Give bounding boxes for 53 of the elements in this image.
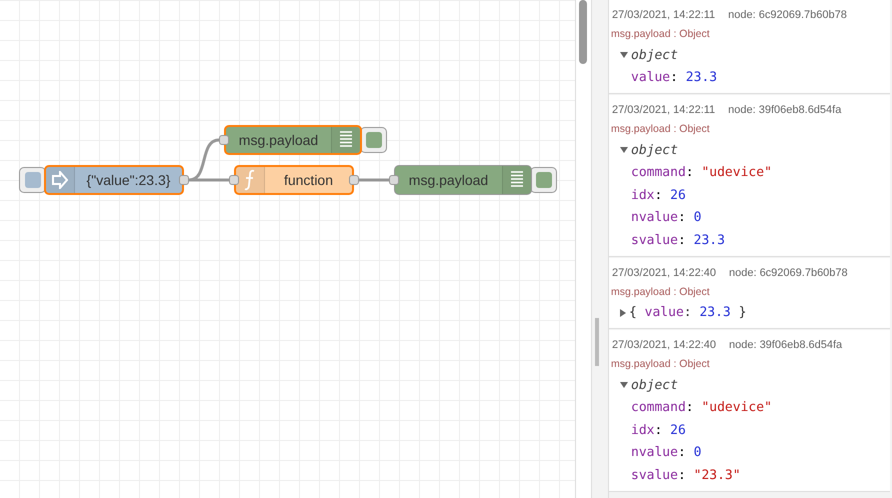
caret-icon[interactable] (620, 147, 628, 154)
property-line: command: "udevice" (631, 165, 772, 180)
resize-handle[interactable] (595, 318, 599, 366)
message-time: 27/03/2021, 14:22:11 (612, 104, 716, 116)
debug-toggle-button[interactable] (530, 167, 557, 193)
input-port[interactable] (219, 135, 229, 145)
caret-icon[interactable] (620, 52, 628, 58)
flow-canvas[interactable]: {"value":23.3} msg.payload function msg.payload (0, 0, 575, 498)
property-line: idx: 26 (631, 422, 686, 438)
property-line: svalue: "23.3" (631, 468, 741, 483)
property-line: svalue: 23.3 (631, 232, 725, 248)
message-time: 27/03/2021, 14:22:40 (612, 266, 716, 278)
message-topic: msg.payload : Object (611, 357, 711, 372)
inject-button[interactable] (19, 167, 46, 193)
node-label: msg.payload (408, 172, 490, 188)
caret-icon[interactable] (620, 308, 626, 317)
object-type: object (631, 48, 678, 63)
flow-node[interactable]: function (234, 165, 354, 195)
message-topic: msg.payload : Object (611, 27, 711, 42)
message-node-link[interactable]: node: 6c92069.7b60b78 (728, 266, 848, 278)
property-line: command: "udevice" (631, 400, 772, 416)
message-node-link[interactable]: node: 6c92069.7b60b78 (728, 9, 847, 21)
message-time: 27/03/2021, 14:22:40 (612, 339, 716, 351)
node-label: function (282, 172, 334, 188)
flow-node[interactable]: msg.payload (394, 165, 532, 195)
message-topic: msg.payload : Object (611, 122, 711, 137)
flow-node[interactable]: {"value":23.3} (44, 165, 184, 195)
output-port[interactable] (349, 175, 359, 185)
list-icon (340, 131, 352, 149)
scrollbar-thumb[interactable] (579, 0, 587, 64)
property-line: nvalue: 0 (631, 210, 702, 226)
input-port[interactable] (229, 175, 239, 185)
message-topic: msg.payload : Object (611, 284, 711, 300)
property-line: value: 23.3 (631, 70, 718, 86)
property-line: idx: 26 (631, 188, 686, 203)
debug-toggle-button[interactable] (360, 127, 387, 153)
list-icon (511, 171, 523, 189)
message-node-link[interactable]: node: 39f06eb8.6d54fa (728, 339, 842, 351)
message-time: 27/03/2021, 14:22:11 (612, 9, 716, 21)
object-summary: { value: 23.3 } (629, 305, 746, 320)
flow-node[interactable]: msg.payload (224, 125, 362, 155)
property-line: nvalue: 0 (631, 445, 702, 460)
message-node-link[interactable]: node: 39f06eb8.6d54fa (728, 104, 842, 116)
output-port[interactable] (179, 175, 189, 185)
node-label: msg.payload (238, 132, 320, 148)
input-port[interactable] (389, 175, 399, 185)
object-type: object (631, 378, 678, 393)
function-icon (244, 169, 256, 191)
arrow-icon (52, 171, 68, 189)
wire (359, 178, 389, 182)
node-label: {"value":23.3} (86, 172, 172, 188)
caret-icon[interactable] (620, 382, 628, 388)
object-type: object (631, 142, 678, 158)
